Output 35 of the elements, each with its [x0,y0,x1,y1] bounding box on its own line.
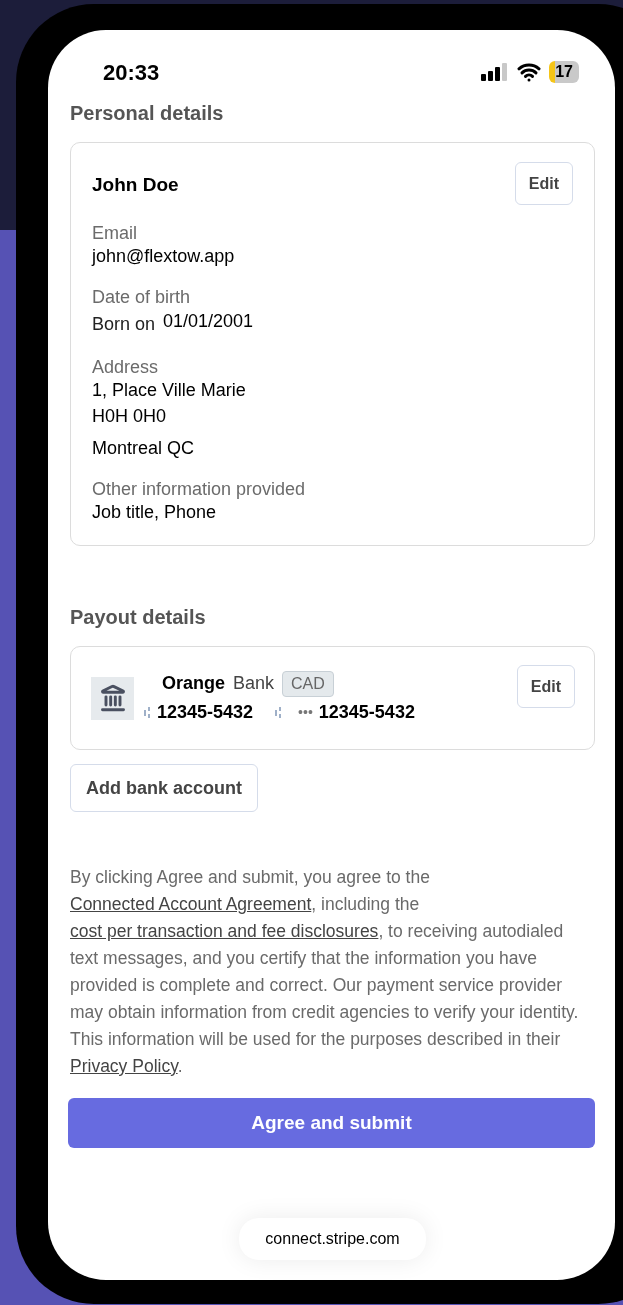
consent-link[interactable]: Privacy Policy [70,1056,178,1076]
field-value: 1, Place Ville Marie [92,379,247,401]
field-label: Email [92,222,138,245]
signal-icon [481,63,510,81]
field-value: Montreal QC [92,437,196,459]
consent-link[interactable]: Connected Account Agreement [70,894,312,914]
bank-icon [91,676,134,720]
field-value: john@flextow.app [92,245,236,267]
edit-button[interactable]: Edit [516,665,575,708]
field-label: Address [92,356,160,379]
add-bank-account-button[interactable]: Add bank account [70,764,258,812]
consent-text: By clicking Agree and submit, you agree to the Connected Account Agreement, including the cost per transaction and fee disclosures, to receiving autodialed text messages, and you certify that the information you have provided is complete and correct. Our payment service provider may obtain information from credit agencies to verify your identity. This information will be used for the purposes described in their Privacy Policy. [70,866,580,1078]
field-value: Born on [92,313,156,336]
person-name: John Doe [92,173,179,197]
url-bar: connect.stripe.com [239,1218,426,1260]
bank-label: Bank [233,672,275,695]
field-label: Date of birth [92,286,192,309]
routing-number: 12345-5432 [157,701,254,724]
section-heading: Payout details [70,605,207,630]
status-time: 20:33 [103,58,160,87]
agree-submit-button[interactable]: Agree and submit [68,1098,595,1148]
dash-icon [275,705,283,720]
consent-link[interactable]: cost per transaction and fee disclosures [70,921,379,941]
edit-button[interactable]: Edit [514,162,573,205]
currency-tag: CAD [282,670,334,697]
masked-dots: ••• [298,703,313,722]
field-value: Job title, Phone [92,501,218,523]
account-number: 12345-5432 [318,701,415,724]
section-heading: Personal details [70,101,225,126]
bank-name: Orange [162,672,226,695]
field-value: H0H 0H0 [92,405,168,427]
dash-icon [144,705,151,720]
field-label: Other information provided [92,478,307,501]
battery-indicator: 17 [549,61,579,83]
field-value: 01/01/2001 [163,310,254,333]
